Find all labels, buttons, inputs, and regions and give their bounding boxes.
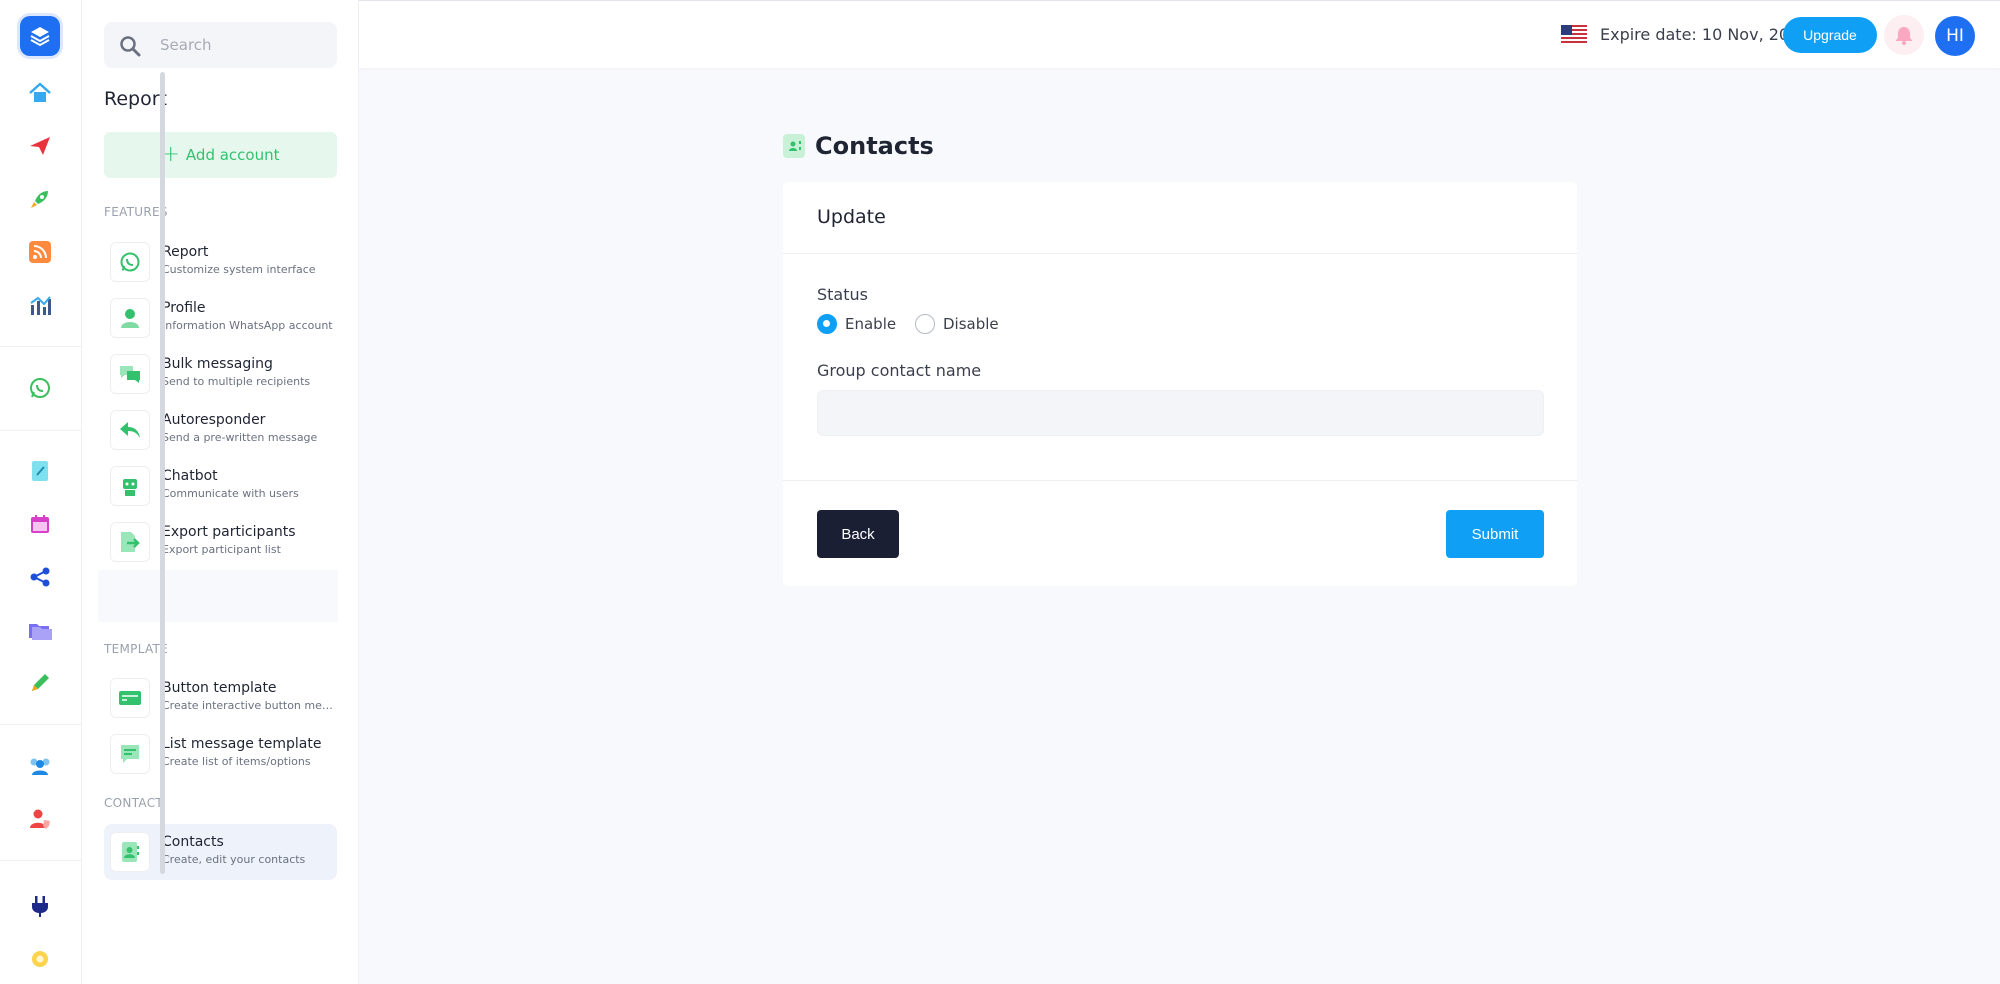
- status-enable-radio[interactable]: Enable: [817, 314, 896, 334]
- sidebar-item-subtitle: Communicate with users: [162, 487, 299, 500]
- bell-icon[interactable]: [1884, 15, 1924, 55]
- paper-plane-icon[interactable]: [25, 131, 55, 161]
- sidebar-item-title: Profile: [162, 300, 206, 316]
- sidebar-item-list-message-template[interactable]: List message template Create list of ite…: [104, 726, 337, 782]
- group-name-label: Group contact name: [817, 361, 982, 380]
- sidebar-item-subtitle: Create, edit your contacts: [162, 853, 306, 866]
- sidebar-item-subtitle: Export participant list: [162, 543, 281, 556]
- back-button[interactable]: Back: [817, 510, 899, 558]
- top-bar: Expire date: 10 Nov, 2023 Upgrade HI: [359, 0, 2000, 68]
- sidebar-item-subtitle: Information WhatsApp account: [162, 319, 333, 332]
- search-box[interactable]: [104, 22, 337, 68]
- add-account-label: Add account: [185, 146, 280, 164]
- avatar[interactable]: HI: [1935, 16, 1975, 56]
- sidebar-item-title: Bulk messaging: [162, 356, 273, 372]
- section-label-features: FEATURES: [104, 205, 168, 219]
- search-icon: [118, 34, 142, 62]
- analytics-chart-icon[interactable]: [25, 291, 55, 321]
- user-shield-icon[interactable]: [25, 804, 55, 834]
- contact-book-icon: [783, 134, 805, 158]
- sidebar-item-title: Autoresponder: [162, 412, 266, 428]
- contact-book-icon: [110, 832, 150, 872]
- sidebar-item-chatbot[interactable]: Chatbot Communicate with users: [104, 458, 337, 514]
- folders-icon[interactable]: [25, 615, 55, 645]
- calendar-icon[interactable]: [25, 509, 55, 539]
- us-flag-icon[interactable]: [1561, 25, 1587, 45]
- card-title: Update: [817, 206, 886, 228]
- page-title: Contacts: [815, 132, 934, 160]
- users-group-icon[interactable]: [25, 751, 55, 781]
- card-divider: [783, 480, 1577, 481]
- icon-rail: [0, 0, 82, 984]
- radio-unchecked-icon[interactable]: [915, 314, 935, 334]
- group-name-input[interactable]: [817, 390, 1544, 436]
- sidebar-item-subtitle: Send to multiple recipients: [162, 375, 311, 388]
- layers-logo-icon[interactable]: [20, 16, 60, 56]
- sidebar: Report + Add account FEATURES Report Cus…: [82, 0, 359, 984]
- whatsapp-icon: [110, 242, 150, 282]
- gear-flower-icon[interactable]: [25, 944, 55, 974]
- sidebar-item-title: Button template: [162, 680, 277, 696]
- sidebar-item-subtitle: Send a pre-written message: [162, 431, 318, 444]
- status-enable-label: Enable: [845, 315, 897, 333]
- card-header: Update: [783, 182, 1577, 254]
- submit-button[interactable]: Submit: [1446, 510, 1544, 558]
- sidebar-item-profile[interactable]: Profile Information WhatsApp account: [104, 290, 337, 346]
- upgrade-button[interactable]: Upgrade: [1783, 17, 1877, 53]
- chat-bubbles-icon: [110, 354, 150, 394]
- sidebar-item-title: Export participants: [162, 524, 296, 540]
- radio-checked-icon[interactable]: [817, 314, 837, 334]
- sidebar-item-title: Contacts: [162, 834, 224, 850]
- whatsapp-icon[interactable]: [25, 373, 55, 403]
- home-icon[interactable]: [25, 78, 55, 108]
- plug-icon[interactable]: [25, 891, 55, 921]
- update-card: Update Status Enable Disable Group conta…: [783, 182, 1577, 586]
- sidebar-item-subtitle: Create interactive button mes...: [162, 699, 334, 712]
- sidebar-item-bulk-messaging[interactable]: Bulk messaging Send to multiple recipien…: [104, 346, 337, 402]
- message-list-icon: [110, 734, 150, 774]
- sidebar-item-title: List message template: [162, 736, 322, 752]
- section-label-template: TEMPLATE: [104, 642, 169, 656]
- sidebar-item-autoresponder[interactable]: Autoresponder Send a pre-written message: [104, 402, 337, 458]
- share-nodes-icon[interactable]: [25, 562, 55, 592]
- button-card-icon: [110, 678, 150, 718]
- section-label-contact: CONTACT: [104, 796, 164, 810]
- status-disable-radio[interactable]: Disable: [915, 314, 999, 334]
- reply-icon: [110, 410, 150, 450]
- sidebar-item-contacts[interactable]: Contacts Create, edit your contacts: [104, 824, 337, 880]
- sidebar-item-subtitle: Create list of items/options: [162, 755, 311, 768]
- user-icon: [110, 298, 150, 338]
- pencil-icon[interactable]: [25, 668, 55, 698]
- sidebar-item-title: Report: [162, 244, 209, 260]
- robot-icon: [110, 466, 150, 506]
- search-input[interactable]: [160, 32, 330, 58]
- rocket-icon[interactable]: [25, 184, 55, 214]
- status-disable-label: Disable: [943, 315, 999, 333]
- sidebar-item-subtitle: Customize system interface: [162, 263, 316, 276]
- page-header: Contacts: [783, 132, 934, 160]
- sidebar-scrollbar[interactable]: [160, 72, 165, 874]
- add-account-button[interactable]: + Add account: [104, 132, 337, 178]
- edit-document-icon[interactable]: [25, 456, 55, 486]
- status-label: Status: [817, 285, 868, 304]
- sidebar-item-report[interactable]: Report Customize system interface: [104, 234, 337, 290]
- rss-icon[interactable]: [25, 237, 55, 267]
- sidebar-blank-space: [98, 570, 338, 622]
- sidebar-item-export-participants[interactable]: Export participants Export participant l…: [104, 514, 337, 570]
- sidebar-item-title: Chatbot: [162, 468, 218, 484]
- sidebar-title: Report: [104, 88, 167, 110]
- file-export-icon: [110, 522, 150, 562]
- expire-date: Expire date: 10 Nov, 2023: [1600, 25, 1810, 44]
- sidebar-item-button-template[interactable]: Button template Create interactive butto…: [104, 670, 337, 726]
